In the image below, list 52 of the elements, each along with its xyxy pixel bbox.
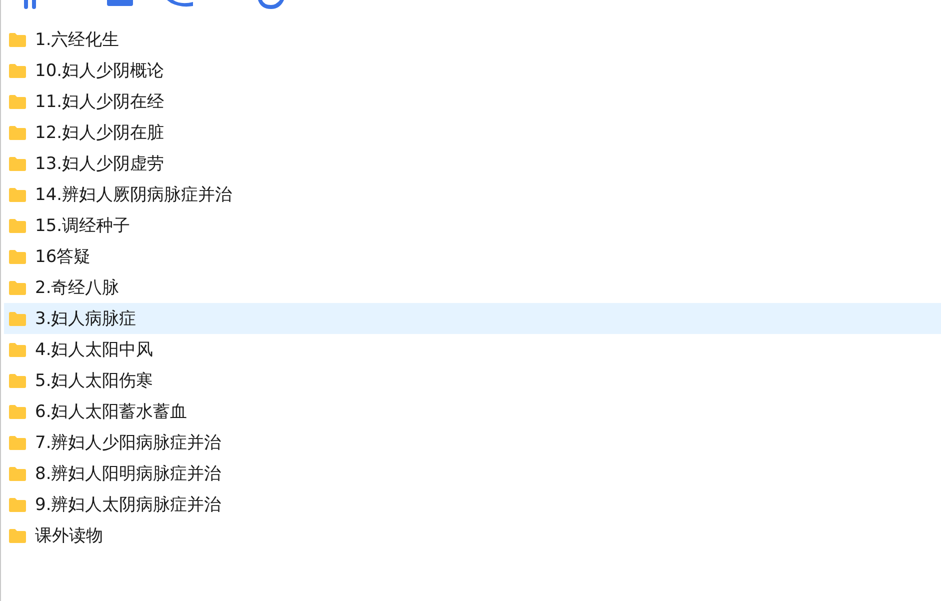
folder-name: 课外读物 (35, 525, 103, 547)
folder-icon (9, 342, 26, 356)
folder-icon (9, 188, 26, 202)
folder-icon (9, 32, 26, 46)
folder-row[interactable]: 10.妇人少阴概论 (4, 55, 941, 86)
folder-icon (9, 250, 26, 264)
folder-row[interactable]: 16答疑 (4, 241, 941, 272)
folder-name: 15.调经种子 (35, 215, 130, 237)
folder-name: 7.辨妇人少阳病脉症并治 (35, 432, 222, 454)
folder-name: 13.妇人少阴虚劳 (35, 153, 164, 175)
folder-name: 11.妇人少阴在经 (35, 91, 164, 113)
folder-icon (9, 280, 26, 294)
folder-name: 16答疑 (35, 246, 91, 268)
folder-icon (9, 312, 26, 326)
folder-icon (9, 64, 26, 78)
folder-name: 2.奇经八脉 (35, 277, 120, 299)
folder-row[interactable]: 13.妇人少阴虚劳 (4, 148, 941, 179)
folder-row[interactable]: 8.辨妇人阳明病脉症并治 (4, 458, 941, 489)
folder-name: 9.辨妇人太阴病脉症并治 (35, 494, 222, 516)
folder-name: 6.妇人太阳蓄水蓄血 (35, 401, 188, 423)
folder-row[interactable]: 课外读物 (4, 520, 941, 551)
folder-row[interactable]: 5.妇人太阳伤寒 (4, 365, 941, 396)
folder-row[interactable]: 4.妇人太阳中风 (4, 334, 941, 365)
folder-icon (9, 528, 26, 542)
folder-icon (9, 436, 26, 450)
folder-row[interactable]: 1.六经化生 (4, 24, 941, 55)
folder-icon (9, 498, 26, 512)
pause-icon[interactable] (23, 0, 37, 9)
folder-row[interactable]: 7.辨妇人少阳病脉症并治 (4, 427, 941, 458)
folder-name: 14.辨妇人厥阴病脉症并治 (35, 184, 232, 206)
folder-icon (9, 126, 26, 140)
folder-name: 3.妇人病脉症 (35, 308, 136, 330)
folder-name: 10.妇人少阴概论 (35, 60, 164, 82)
folder-row[interactable]: 11.妇人少阴在经 (4, 86, 941, 117)
folder-name: 5.妇人太阳伤寒 (35, 370, 154, 392)
folder-row[interactable]: 12.妇人少阴在脏 (4, 117, 941, 148)
folder-icon (9, 374, 26, 388)
folder-name: 8.辨妇人阳明病脉症并治 (35, 463, 222, 485)
folder-row[interactable]: 15.调经种子 (4, 210, 941, 241)
folder-row[interactable]: 14.辨妇人厥阴病脉症并治 (4, 179, 941, 210)
folder-row[interactable]: 9.辨妇人太阴病脉症并治 (4, 489, 941, 520)
folder-name: 4.妇人太阳中风 (35, 339, 154, 361)
folder-name: 12.妇人少阴在脏 (35, 122, 164, 144)
folder-icon (9, 94, 26, 108)
folder-row[interactable]: 2.奇经八脉 (4, 272, 941, 303)
folder-icon (9, 218, 26, 232)
folder-row[interactable]: 6.妇人太阳蓄水蓄血 (4, 396, 941, 427)
folder-name: 1.六经化生 (35, 29, 120, 51)
folder-icon (9, 466, 26, 480)
folder-icon (9, 404, 26, 418)
folder-row[interactable]: 3.妇人病脉症 (4, 303, 941, 334)
folder-icon (9, 156, 26, 170)
